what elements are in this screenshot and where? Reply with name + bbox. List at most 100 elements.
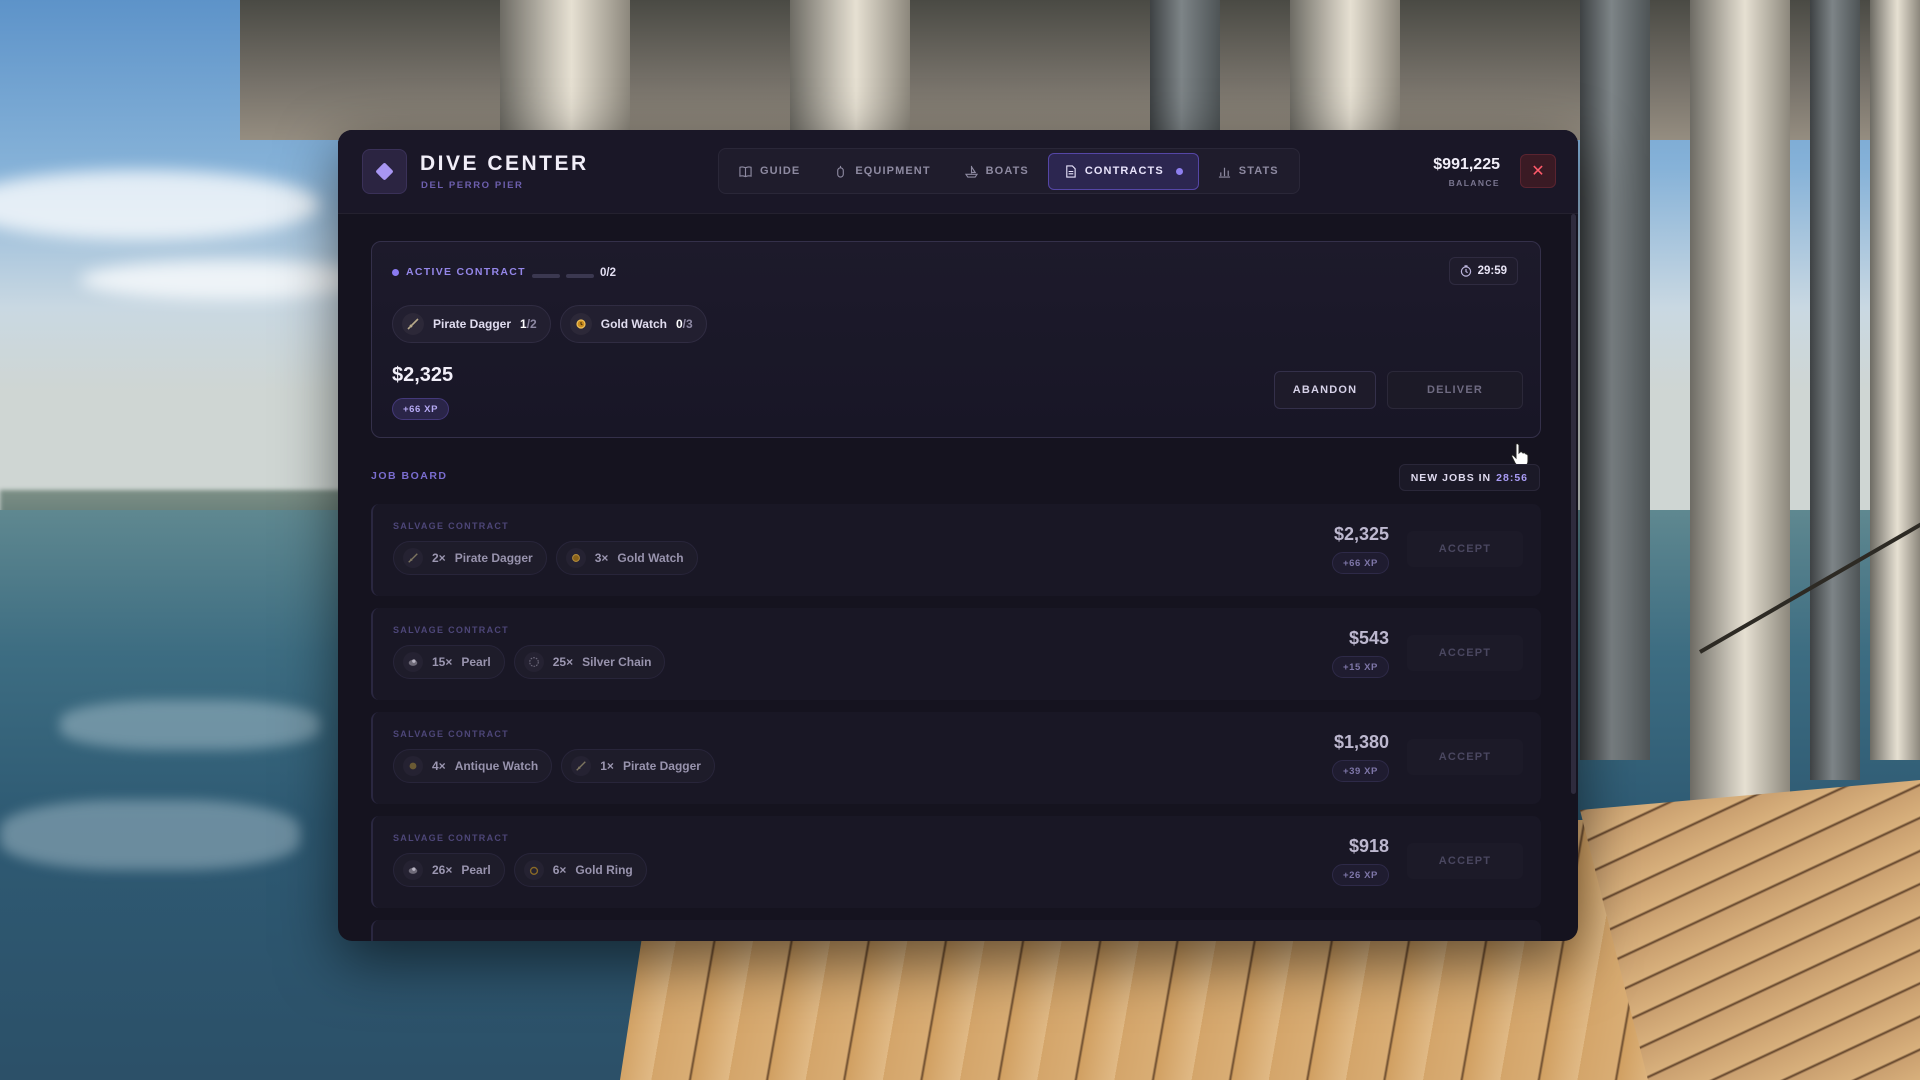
job-items: 2× Pirate Dagger 3× Gold Watch [393, 541, 698, 575]
xp-badge: +66 XP [1331, 552, 1389, 574]
job-xp: +26 XP [1331, 864, 1389, 886]
item-name: Pearl [461, 863, 491, 877]
dive-center-logo [362, 149, 407, 194]
progress-segment [532, 274, 560, 278]
accept-button[interactable]: ACCEPT [1407, 531, 1523, 567]
item-quantity: 25× [552, 655, 574, 669]
pier-pillar [1810, 0, 1860, 780]
active-contract-text: ACTIVE CONTRACT [406, 266, 526, 278]
item-name: Silver Chain [582, 655, 652, 669]
pearl-icon [403, 652, 423, 672]
panel-header: DIVE CENTER DEL PERRO PIER GUIDE EQUIPME… [338, 130, 1578, 214]
tank-icon [834, 165, 847, 178]
pearl-icon [403, 860, 423, 880]
job-type-label: SALVAGE CONTRACT [393, 833, 509, 843]
job-items: 4× Antique Watch 1× Pirate Dagger [393, 749, 715, 783]
job-card [371, 920, 1541, 941]
accept-button[interactable]: ACCEPT [1407, 635, 1523, 671]
xp-badge: +15 XP [1331, 656, 1389, 678]
progress-segment [566, 274, 594, 278]
job-card: SALVAGE CONTRACT 4× Antique Watch 1× Pir… [371, 712, 1541, 804]
tab-stats[interactable]: STATS [1203, 153, 1294, 190]
tab-boats[interactable]: BOATS [950, 153, 1044, 190]
tab-label: BOATS [985, 165, 1029, 177]
pier-pillar [1580, 0, 1650, 760]
xp-badge: +39 XP [1331, 760, 1389, 782]
item-name: Pearl [461, 655, 491, 669]
contract-xp: +66 XP [392, 398, 450, 420]
scrollbar[interactable] [1571, 214, 1576, 794]
location-subtitle: DEL PERRO PIER [421, 180, 524, 191]
pier-pillar [1690, 0, 1790, 820]
contract-progress-bar [532, 274, 594, 278]
job-item-chip: 15× Pearl [393, 645, 505, 679]
item-quantity: 4× [432, 759, 446, 773]
deliver-button[interactable]: DELIVER [1387, 371, 1523, 409]
job-xp: +66 XP [1331, 552, 1389, 574]
job-board-title: JOB BOARD [371, 470, 448, 482]
tab-label: STATS [1238, 165, 1279, 177]
item-quantity: 15× [432, 655, 453, 669]
item-name: Pirate Dagger [454, 551, 533, 565]
item-name: Pirate Dagger [622, 759, 701, 773]
close-button[interactable]: ✕ [1520, 154, 1556, 188]
item-name: Gold Watch [617, 551, 684, 565]
notification-dot [1175, 167, 1183, 175]
job-item-chip: 4× Antique Watch [393, 749, 553, 783]
active-contract-card: ACTIVE CONTRACT 0/2 29:59 Pirate Dagger … [371, 241, 1541, 467]
contract-progress-text: 0/2 [600, 267, 616, 279]
xp-badge: +26 XP [1331, 864, 1389, 886]
contract-reward: $2,325 [392, 364, 454, 386]
water-glint [0, 800, 300, 870]
bar-chart-icon [1218, 165, 1231, 178]
tab-contracts[interactable]: CONTRACTS [1047, 152, 1199, 190]
job-xp: +39 XP [1331, 760, 1389, 782]
job-reward: $918 [1348, 836, 1389, 856]
balance-amount: $991,225 [1433, 156, 1500, 173]
tab-bar: GUIDE EQUIPMENT BOATS CONTRACTS STATS [718, 148, 1300, 194]
item-name: Gold Ring [575, 863, 633, 877]
requirement-count: 0/3 [675, 317, 693, 331]
tab-label: GUIDE [760, 165, 801, 177]
requirement-chip: Gold Watch 0/3 [559, 305, 707, 343]
job-card: SALVAGE CONTRACT 26× Pearl 6× Gold Ring … [371, 816, 1541, 908]
pier-pillar [1290, 0, 1400, 140]
job-xp: +15 XP [1331, 656, 1389, 678]
timer-text: 29:59 [1477, 265, 1507, 277]
job-type-label: SALVAGE CONTRACT [393, 521, 509, 531]
job-item-chip: 26× Pearl [393, 853, 505, 887]
requirement-name: Gold Watch [600, 317, 667, 331]
pier-pillar [790, 0, 910, 140]
item-name: Antique Watch [454, 759, 539, 773]
item-quantity: 3× [594, 551, 609, 565]
xp-badge: +66 XP [392, 398, 450, 420]
tab-equipment[interactable]: EQUIPMENT [819, 153, 945, 190]
job-reward: $2,325 [1333, 524, 1389, 544]
dagger-icon [403, 548, 423, 568]
job-card: SALVAGE CONTRACT 2× Pirate Dagger 3× Gol… [371, 504, 1541, 596]
chain-icon [523, 652, 544, 672]
diamond-icon [375, 162, 394, 181]
abandon-button[interactable]: ABANDON [1274, 371, 1376, 409]
job-items: 26× Pearl 6× Gold Ring [393, 853, 647, 887]
pier-pillar [1870, 0, 1920, 760]
clock-icon [1460, 265, 1471, 277]
gold-watch-icon [569, 313, 592, 335]
item-quantity: 1× [600, 759, 614, 773]
job-type-label: SALVAGE CONTRACT [393, 625, 509, 635]
job-items: 15× Pearl 25× Silver Chain [393, 645, 666, 679]
pier-pillar [500, 0, 630, 140]
tab-label: CONTRACTS [1084, 165, 1164, 177]
antique-watch-icon [403, 756, 423, 776]
job-type-label: SALVAGE CONTRACT [393, 729, 509, 739]
new-jobs-label: NEW JOBS IN [1410, 471, 1492, 484]
accept-button[interactable]: ACCEPT [1407, 739, 1523, 775]
tab-guide[interactable]: GUIDE [724, 153, 815, 190]
item-quantity: 6× [552, 863, 567, 877]
water-glint [60, 700, 320, 750]
job-reward: $1,380 [1333, 732, 1389, 752]
job-item-chip: 6× Gold Ring [513, 853, 647, 887]
accept-button[interactable]: ACCEPT [1407, 843, 1523, 879]
status-dot [392, 268, 399, 276]
tab-label: EQUIPMENT [855, 165, 931, 177]
